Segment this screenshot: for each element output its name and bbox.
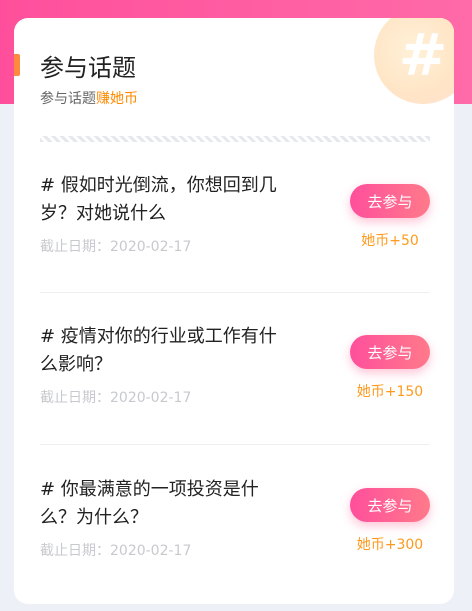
topic-item[interactable]: # 假如时光倒流，你想回到几岁？对她说什么 截止日期：2020-02-17 去参… xyxy=(40,172,430,272)
join-button[interactable]: 去参与 xyxy=(350,335,430,369)
subtitle-text: 参与话题 xyxy=(40,91,96,107)
reward-label: 她币+50 xyxy=(361,233,419,249)
topics-card: # 参与话题 参与话题赚她币 # 假如时光倒流，你想回到几岁？对她说什么 截止日… xyxy=(14,18,454,604)
topic-title[interactable]: # 你最满意的一项投资是什么？为什么？ xyxy=(40,476,290,532)
join-button[interactable]: 去参与 xyxy=(350,488,430,522)
subtitle-accent: 赚她币 xyxy=(96,91,138,107)
hash-icon: # xyxy=(374,18,454,104)
topic-title[interactable]: # 假如时光倒流，你想回到几岁？对她说什么 xyxy=(40,172,290,228)
card-title: 参与话题 xyxy=(40,54,136,82)
card-subtitle: 参与话题赚她币 xyxy=(40,88,138,108)
topic-title[interactable]: # 疫情对你的行业或工作有什么影响？ xyxy=(40,323,290,379)
topic-item[interactable]: # 疫情对你的行业或工作有什么影响？ 截止日期：2020-02-17 去参与 她… xyxy=(40,323,430,423)
divider xyxy=(40,292,430,293)
topic-deadline: 截止日期：2020-02-17 xyxy=(40,239,192,255)
stripe-divider xyxy=(40,136,430,142)
join-button[interactable]: 去参与 xyxy=(350,184,430,218)
divider xyxy=(40,444,430,445)
reward-label: 她币+150 xyxy=(356,384,424,400)
topic-item[interactable]: # 你最满意的一项投资是什么？为什么？ 截止日期：2020-02-17 去参与 … xyxy=(40,476,430,576)
reward-label: 她币+300 xyxy=(356,537,424,553)
topic-deadline: 截止日期：2020-02-17 xyxy=(40,390,192,406)
topic-deadline: 截止日期：2020-02-17 xyxy=(40,543,192,559)
title-accent-bar xyxy=(14,54,20,76)
